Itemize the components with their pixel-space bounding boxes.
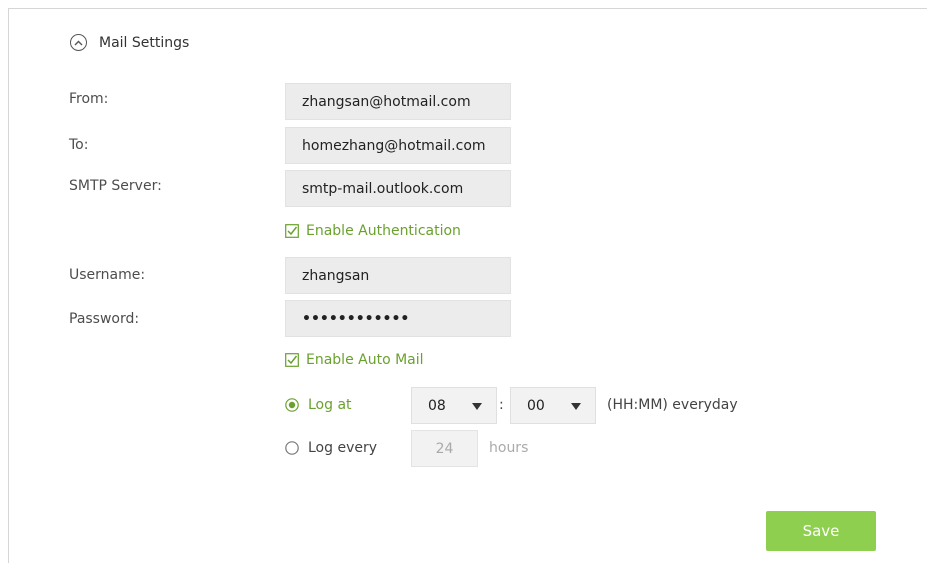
username-field[interactable]: zhangsan — [285, 257, 511, 294]
from-label: From: — [69, 91, 109, 107]
minute-value: 00 — [527, 397, 545, 414]
log-at-radio[interactable]: Log at — [285, 397, 352, 413]
log-every-radio[interactable]: Log every — [285, 440, 377, 456]
username-label: Username: — [69, 267, 146, 283]
checkbox-checked-icon — [285, 224, 299, 238]
hour-value: 08 — [428, 397, 446, 414]
enable-auto-mail-label: Enable Auto Mail — [306, 352, 424, 368]
enable-authentication-label: Enable Authentication — [306, 223, 461, 239]
section-header[interactable]: Mail Settings — [70, 34, 189, 51]
checkbox-checked-icon — [285, 353, 299, 367]
interval-unit-label: hours — [489, 440, 529, 456]
time-format-hint: (HH:MM) everyday — [607, 397, 738, 413]
from-field[interactable]: zhangsan@hotmail.com — [285, 83, 511, 120]
smtp-server-field[interactable]: smtp-mail.outlook.com — [285, 170, 511, 207]
hour-select[interactable]: 08 — [411, 387, 497, 424]
time-separator: : — [499, 397, 504, 413]
password-label: Password: — [69, 311, 140, 327]
minute-select[interactable]: 00 — [510, 387, 596, 424]
smtp-server-label: SMTP Server: — [69, 178, 162, 194]
radio-unselected-icon — [285, 441, 299, 455]
to-label: To: — [69, 137, 89, 153]
radio-selected-icon — [285, 398, 299, 412]
log-every-label: Log every — [308, 440, 378, 456]
enable-authentication-checkbox[interactable]: Enable Authentication — [285, 223, 461, 239]
to-field[interactable]: homezhang@hotmail.com — [285, 127, 511, 164]
dropdown-arrow-icon — [472, 403, 482, 410]
enable-auto-mail-checkbox[interactable]: Enable Auto Mail — [285, 352, 424, 368]
password-field[interactable]: •••••••••••• — [285, 300, 511, 337]
log-at-label: Log at — [308, 397, 352, 413]
log-interval-input[interactable]: 24 — [411, 430, 478, 467]
section-title: Mail Settings — [99, 34, 190, 51]
save-button[interactable]: Save — [766, 511, 876, 551]
chevron-up-circle-icon[interactable] — [70, 34, 87, 51]
dropdown-arrow-icon — [571, 403, 581, 410]
